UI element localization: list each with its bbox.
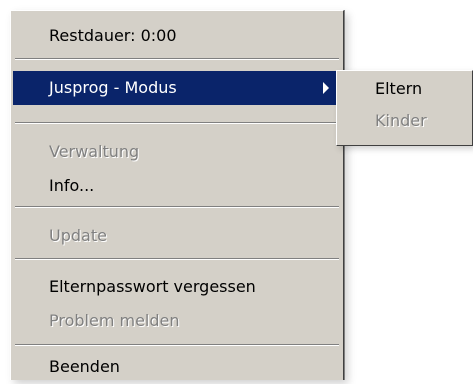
context-menu: Restdauer: 0:00 Jusprog - Modus Verwaltu… [10, 10, 344, 380]
menu-item-label: Info... [49, 176, 95, 195]
chevron-right-icon [323, 82, 329, 94]
submenu-item-label: Kinder [375, 111, 427, 130]
menu-separator [15, 258, 339, 260]
menu-item-info[interactable]: Info... [13, 169, 341, 203]
submenu-item-label: Eltern [375, 79, 423, 98]
menu-item-label: Jusprog - Modus [49, 78, 177, 97]
menu-item-label: Problem melden [49, 311, 180, 330]
menu-item-verwaltung[interactable]: Verwaltung [13, 135, 341, 169]
menu-item-restdauer[interactable]: Restdauer: 0:00 [13, 19, 341, 53]
menu-item-label: Verwaltung [49, 142, 140, 161]
menu-item-beenden[interactable]: Beenden [13, 350, 341, 384]
menu-separator [15, 122, 339, 124]
menu-item-label: Restdauer: 0:00 [49, 26, 177, 45]
menu-separator [15, 58, 339, 60]
menu-separator [15, 206, 339, 208]
menu-item-update[interactable]: Update [13, 219, 341, 253]
menu-item-label: Elternpasswort vergessen [49, 277, 256, 296]
jusprog-modus-submenu: Eltern Kinder [336, 70, 473, 146]
menu-separator [15, 344, 339, 346]
menu-item-label: Beenden [49, 357, 120, 376]
submenu-item-eltern[interactable]: Eltern [339, 74, 470, 104]
menu-item-jusprog-modus[interactable]: Jusprog - Modus [13, 71, 341, 105]
submenu-item-kinder[interactable]: Kinder [339, 106, 470, 136]
menu-item-label: Update [49, 226, 107, 245]
menu-item-problem-melden[interactable]: Problem melden [13, 304, 341, 338]
menu-item-elternpasswort-vergessen[interactable]: Elternpasswort vergessen [13, 270, 341, 304]
